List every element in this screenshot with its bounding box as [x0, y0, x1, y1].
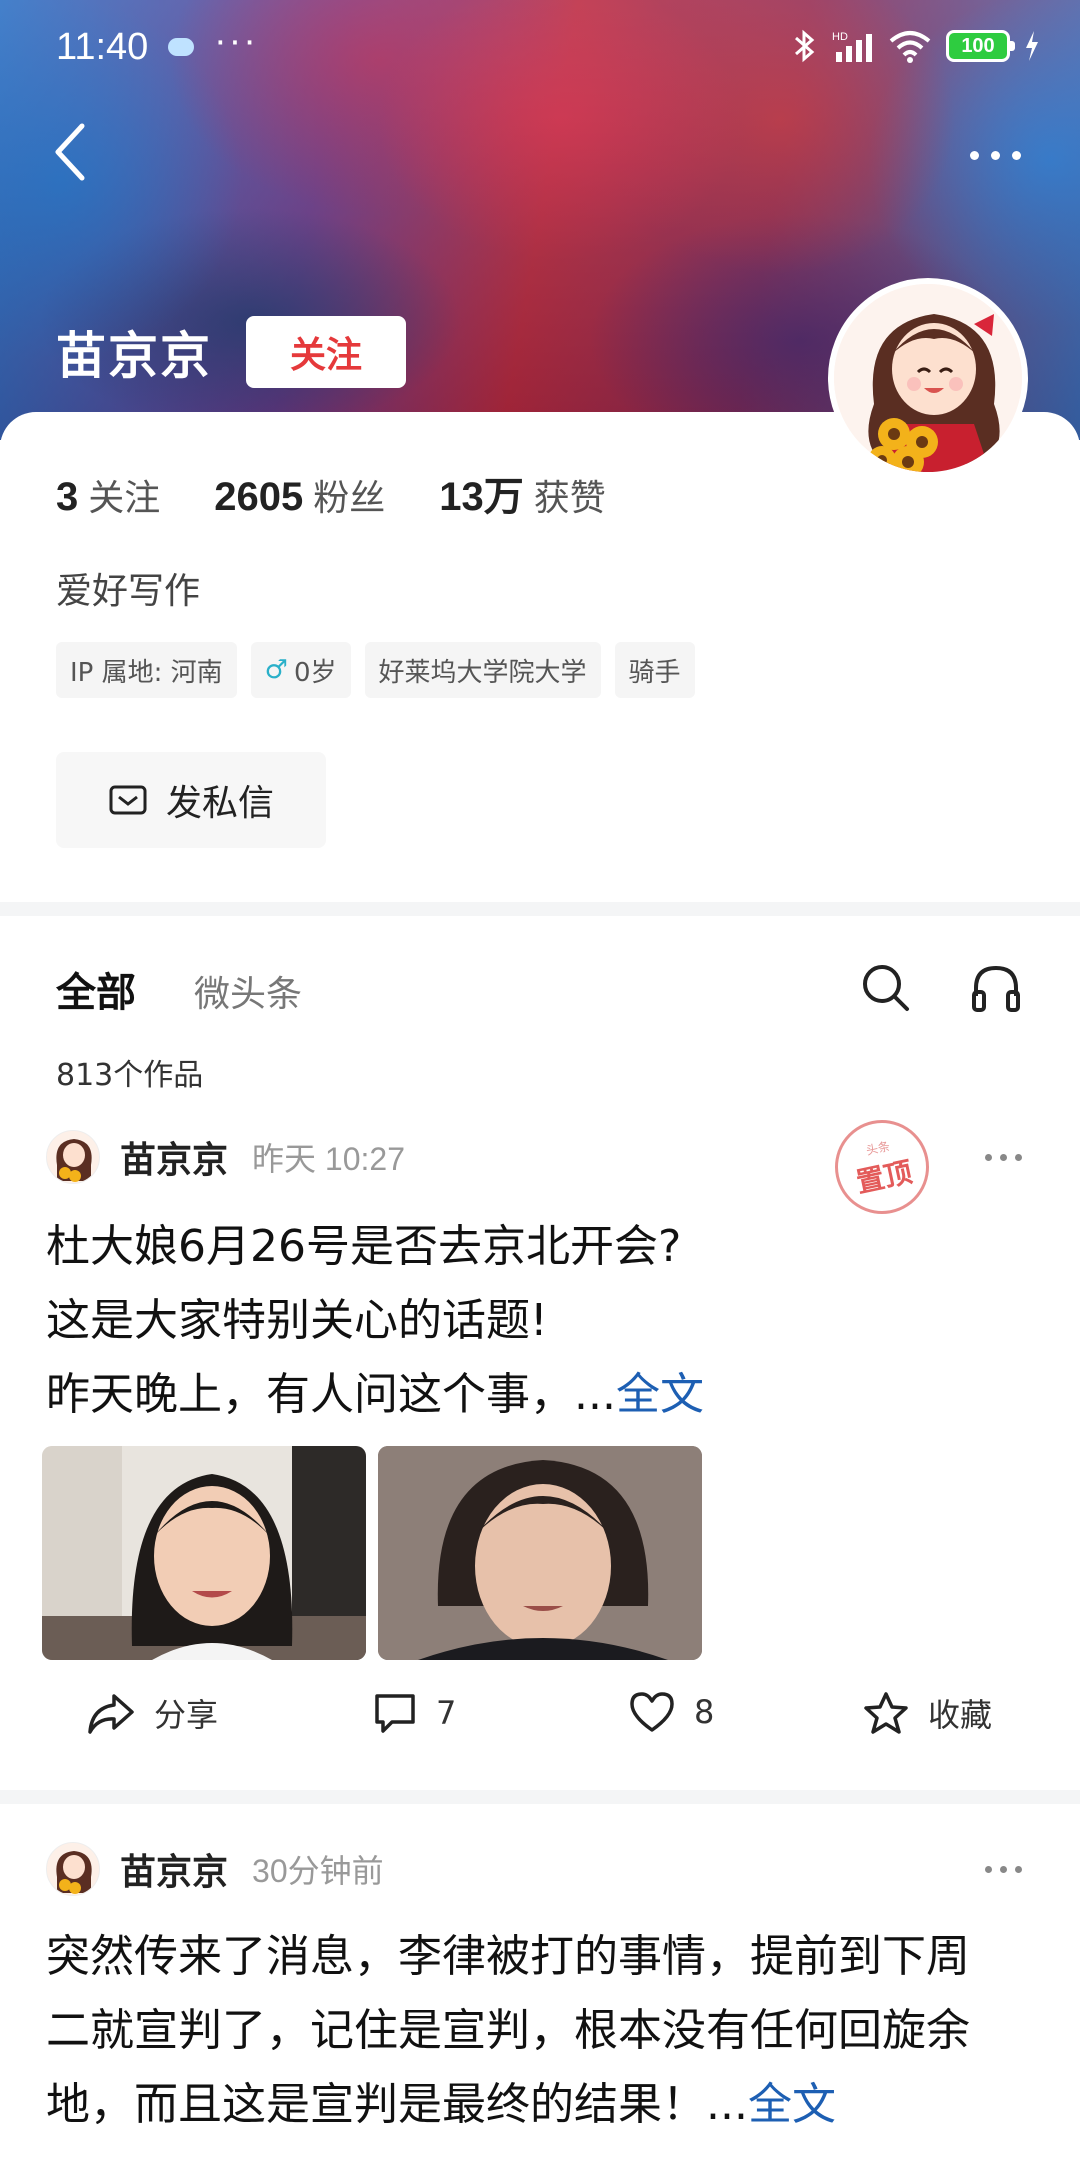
video-thumbnail-woman-icon — [42, 1446, 366, 1660]
post-author[interactable]: 苗京京 — [120, 1843, 228, 1895]
back-button[interactable] — [50, 120, 110, 190]
post-body[interactable]: 突然传来了消息，李律被打的事情，提前到下周 二就宣判了，记住是宣判，根本没有任何… — [46, 1920, 1046, 2142]
profile-stats: 3 关注 2605 粉丝 13万 获赞 — [56, 464, 660, 522]
tab-weitoutiao[interactable]: 微头条 — [194, 965, 302, 1017]
video-thumbnail-older-woman-icon — [378, 1446, 702, 1660]
ip-location-tag: IP 属地: 河南 — [56, 642, 237, 698]
post-line: 昨天晚上，有人问这个事，...全文 — [46, 1358, 1046, 1432]
share-label: 分享 — [154, 1696, 219, 1734]
avatar[interactable] — [46, 1130, 100, 1184]
share-icon — [88, 1694, 134, 1734]
mail-icon — [109, 785, 147, 815]
job-tag: 骑手 — [614, 642, 695, 698]
signal-icon: HD — [832, 31, 872, 62]
post-line: 地，而且这是宣判是最终的结果！...全文 — [46, 2068, 1046, 2142]
star-icon — [864, 1692, 908, 1734]
works-count: 813个作品 — [56, 1058, 204, 1093]
post-line-text: 昨天晚上，有人问这个事，... — [46, 1369, 616, 1420]
weather-icon — [168, 38, 194, 56]
heart-icon — [630, 1692, 674, 1732]
send-message-label: 发私信 — [165, 783, 274, 824]
read-more-link[interactable]: 全文 — [616, 1369, 704, 1420]
post-body[interactable]: 杜大娘6月26号是否去京北开会? 这是大家特别关心的话题! 昨天晚上，有人问这个… — [46, 1210, 1046, 1432]
share-button[interactable]: 分享 — [86, 1690, 218, 1736]
follow-button[interactable]: 关注 — [246, 316, 406, 388]
likes-count: 13万 — [439, 475, 524, 519]
comment-icon — [375, 1694, 415, 1733]
bluetooth-icon — [795, 29, 815, 63]
post-time: 30分钟前 — [252, 1853, 384, 1889]
headphones-icon — [972, 965, 1020, 1012]
avatar-illustration — [47, 1843, 99, 1895]
following-label[interactable]: 关注 — [88, 469, 160, 521]
collect-button[interactable]: 收藏 — [862, 1690, 992, 1736]
profile-name: 苗京京 — [56, 327, 212, 385]
school-tag: 好莱坞大学院大学 — [364, 642, 601, 698]
avatar[interactable] — [46, 1842, 100, 1896]
post-actions: 分享 7 8 收藏 — [0, 1690, 1080, 1760]
post-more-button[interactable] — [985, 1154, 1022, 1161]
profile-name-row: 苗京京 关注 — [56, 316, 406, 388]
following-count[interactable]: 3 — [56, 475, 78, 520]
pinned-stamp-label: 置顶 — [853, 1154, 915, 1199]
profile-card: 3 关注 2605 粉丝 13万 获赞 爱好写作 IP 属地: 河南 ♂ 0岁 好… — [0, 412, 1080, 902]
avatar-illustration — [47, 1131, 99, 1183]
svg-text:HD: HD — [832, 31, 848, 43]
age-tag: ♂ 0岁 — [250, 642, 351, 698]
profile-tags: IP 属地: 河南 ♂ 0岁 好莱坞大学院大学 骑手 — [56, 642, 695, 698]
male-gender-icon: ♂ — [264, 655, 288, 685]
like-count: 8 — [694, 1693, 715, 1731]
age-tag-label: 0岁 — [293, 657, 337, 688]
comment-count: 7 — [436, 1694, 457, 1732]
search-button[interactable] — [860, 962, 912, 1018]
like-button[interactable]: 8 — [628, 1690, 714, 1734]
more-options-button[interactable] — [970, 140, 1040, 170]
likes-label: 获赞 — [533, 477, 606, 518]
send-message-button[interactable]: 发私信 — [56, 752, 326, 848]
read-more-link[interactable]: 全文 — [748, 2079, 836, 2130]
comment-button[interactable]: 7 — [372, 1690, 456, 1736]
section-divider — [0, 902, 1080, 916]
post-line: 这是大家特别关心的话题! — [46, 1295, 548, 1346]
post-header: 苗京京 30分钟前 — [46, 1842, 384, 1896]
followers-count[interactable]: 2605 — [214, 475, 303, 520]
followers-label[interactable]: 粉丝 — [313, 469, 385, 521]
collect-label: 收藏 — [928, 1696, 993, 1734]
post-line: 突然传来了消息，李律被打的事情，提前到下周 — [46, 1931, 970, 1982]
chevron-left-icon — [55, 123, 85, 181]
tab-all[interactable]: 全部 — [56, 960, 136, 1018]
charging-icon — [1026, 31, 1038, 61]
post-author[interactable]: 苗京京 — [120, 1131, 228, 1183]
notification-dots-icon: ··· — [214, 20, 258, 62]
post-line: 二就宣判了，记住是宣判，根本没有任何回旋余 — [46, 2005, 970, 2056]
wifi-icon — [889, 31, 931, 63]
post-image[interactable] — [378, 1446, 702, 1660]
profile-avatar[interactable] — [828, 278, 1028, 478]
post-line: 杜大娘6月26号是否去京北开会? — [46, 1221, 682, 1272]
post-header: 苗京京 昨天 10:27 — [46, 1130, 405, 1184]
battery-icon: 100 — [946, 30, 1015, 62]
status-bar: 11:40 ··· HD 100 — [0, 0, 1080, 100]
status-time: 11:40 — [56, 26, 149, 68]
pinned-stamp: 头条 置顶 — [826, 1111, 938, 1223]
post-time: 昨天 10:27 — [252, 1141, 405, 1177]
post-image[interactable] — [42, 1446, 366, 1660]
post-divider — [0, 1790, 1080, 1804]
listen-button[interactable] — [970, 962, 1022, 1018]
profile-bio: 爱好写作 — [56, 571, 201, 612]
post-more-button[interactable] — [985, 1866, 1022, 1873]
post-line-text: 地，而且这是宣判是最终的结果！... — [46, 2079, 748, 2130]
content-tabs: 全部 微头条 — [56, 960, 302, 1018]
search-icon — [863, 965, 909, 1011]
